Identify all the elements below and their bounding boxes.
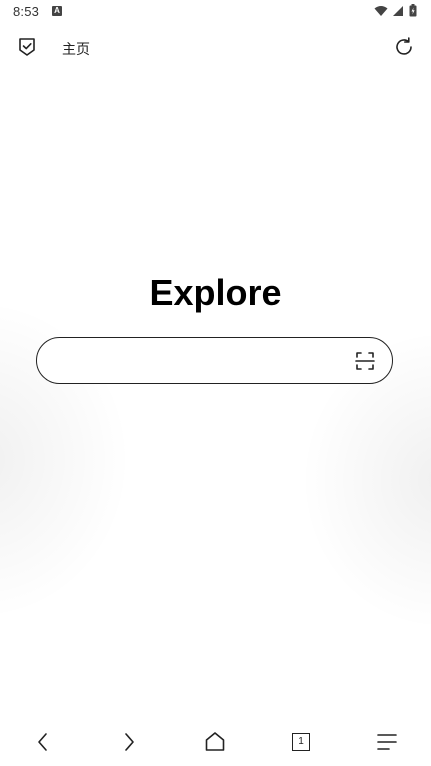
page-title: 主页 (62, 42, 90, 58)
search-box[interactable] (36, 337, 393, 384)
bottom-navigation: 1 (0, 722, 431, 762)
home-icon[interactable] (203, 730, 227, 754)
top-bar: 主页 (0, 30, 431, 66)
tabs-icon[interactable]: 1 (289, 730, 313, 754)
status-bar: 8:53 A (0, 0, 431, 24)
forward-icon[interactable] (117, 730, 141, 754)
status-icons (374, 4, 417, 17)
status-time: 8:53 (13, 4, 40, 19)
scan-icon[interactable] (355, 351, 375, 371)
menu-icon[interactable] (375, 730, 399, 754)
explore-heading: Explore (149, 272, 282, 313)
browser-screen: 8:53 A 主页 Explore 1 (0, 0, 431, 766)
signal-icon (393, 5, 404, 17)
back-icon[interactable] (31, 730, 55, 754)
app-notification-icon: A (52, 6, 62, 16)
refresh-icon[interactable] (393, 36, 415, 58)
battery-icon (409, 4, 417, 17)
tab-count: 1 (292, 733, 310, 751)
shield-check-icon[interactable] (16, 36, 38, 58)
search-input[interactable] (57, 348, 351, 376)
wifi-icon (374, 5, 388, 17)
